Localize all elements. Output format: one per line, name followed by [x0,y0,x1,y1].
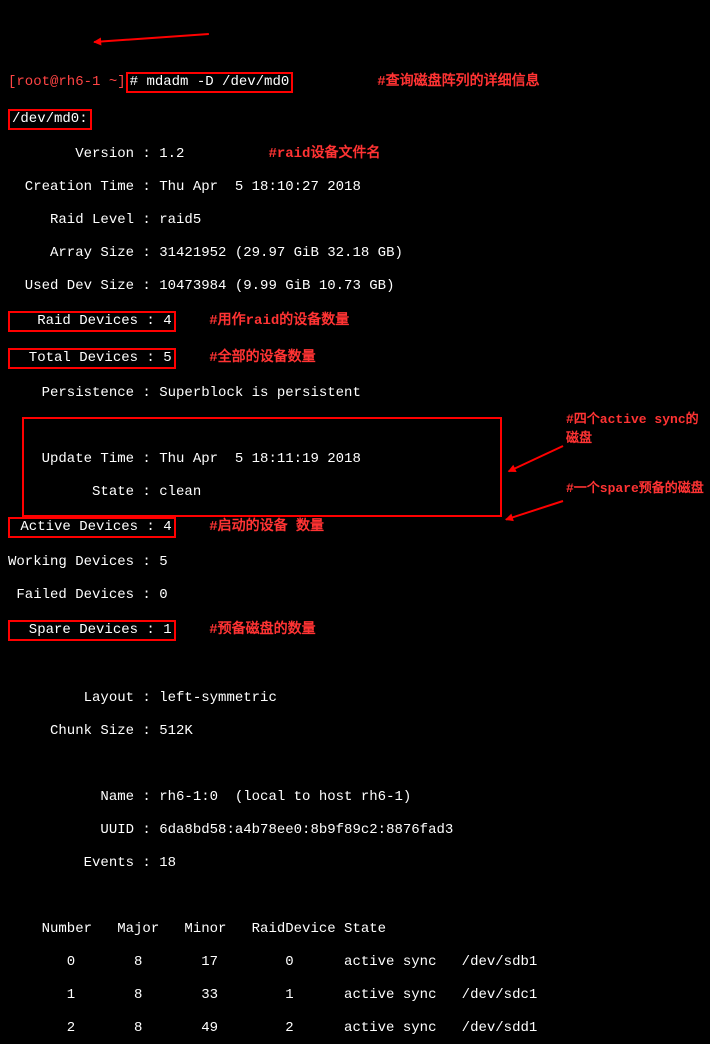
annotation-active-devices: #启动的设备 数量 [209,519,324,535]
value: 31421952 (29.97 GiB 32.18 GB) [151,245,403,261]
prompt-userhost: [root@rh6-1 ~] [8,74,126,90]
value: 4 [155,313,172,329]
annotation-raid-devices: #用作raid的设备数量 [209,313,349,329]
command-text: mdadm -D /dev/md0 [146,74,289,90]
spare-devices-box: Spare Devices : 1 [8,620,176,641]
annotation-total-devices: #全部的设备数量 [209,350,315,366]
device-line: /dev/md0: [8,109,702,130]
field-total-devices: Total Devices : 5 #全部的设备数量 [8,348,702,369]
value: 5 [151,554,168,570]
field-name: Name : rh6-1:0 (local to host rh6-1) [8,789,702,806]
value: raid5 [151,212,201,228]
field-active-devices: Active Devices : 4 #启动的设备 数量 [8,517,702,538]
value: 10473984 (9.99 GiB 10.73 GB) [151,278,395,294]
prompt-line: [root@rh6-1 ~]# mdadm -D /dev/md0 #查询磁盘阵… [8,72,702,93]
field-spare-devices: Spare Devices : 1 #预备磁盘的数量 [8,620,702,641]
label: Layout : [8,690,151,706]
label: Raid Devices : [12,313,155,329]
label: Array Size : [8,245,151,261]
label-spare-disk: #一个spare预备的磁盘 [566,477,706,496]
value: rh6-1:0 (local to host rh6-1) [151,789,411,805]
value: 6da8bd58:a4b78ee0:8b9f89c2:8876fad3 [151,822,453,838]
label: Events : [8,855,151,871]
annotation-cmd: #查询磁盘阵列的详细信息 [377,74,539,90]
field-raid-level: Raid Level : raid5 [8,212,702,229]
prompt-marker: # [130,74,138,90]
value: 512K [151,723,193,739]
label: Version : [8,146,151,162]
field-layout: Layout : left-symmetric [8,690,702,707]
annotation-spare-devices: #预备磁盘的数量 [209,622,315,638]
field-uuid: UUID : 6da8bd58:a4b78ee0:8b9f89c2:8876fa… [8,822,702,839]
field-used-dev-size: Used Dev Size : 10473984 (9.99 GiB 10.73… [8,278,702,295]
value: 1 [155,622,172,638]
field-raid-devices: Raid Devices : 4 #用作raid的设备数量 [8,311,702,332]
value: 1.2 [151,146,185,162]
label: Chunk Size : [8,723,151,739]
label: Failed Devices : [8,587,151,603]
label: Total Devices : [12,350,155,366]
table-row: 0 8 17 0 active sync /dev/sdb1 [8,954,702,971]
label: Creation Time : [8,179,151,195]
label: Spare Devices : [12,622,155,638]
field-failed-devices: Failed Devices : 0 [8,587,702,604]
label: UUID : [8,822,151,838]
field-creation-time: Creation Time : Thu Apr 5 18:10:27 2018 [8,179,702,196]
field-version: Version : 1.2 #raid设备文件名 [8,146,702,163]
active-devices-box: Active Devices : 4 [8,517,176,538]
value: Thu Apr 5 18:10:27 2018 [151,179,361,195]
value: 5 [155,350,172,366]
device-box: /dev/md0: [8,109,92,130]
blank2 [8,657,702,674]
label: Persistence : [8,385,151,401]
value: left-symmetric [151,690,277,706]
field-chunk-size: Chunk Size : 512K [8,723,702,740]
annotation-device: #raid设备文件名 [268,146,380,162]
field-working-devices: Working Devices : 5 [8,554,702,571]
field-array-size: Array Size : 31421952 (29.97 GiB 32.18 G… [8,245,702,262]
table-header: Number Major Minor RaidDevice State [8,921,702,938]
raid-devices-box: Raid Devices : 4 [8,311,176,332]
arrow-device [94,33,209,43]
label-active-sync: #四个active sync的磁盘 [566,408,706,446]
label: Name : [8,789,151,805]
value: Superblock is persistent [151,385,361,401]
label: Active Devices : [12,519,155,535]
command-box: # mdadm -D /dev/md0 [126,72,294,93]
label: Raid Level : [8,212,151,228]
field-events: Events : 18 [8,855,702,872]
table-box [22,417,502,517]
label: Used Dev Size : [8,278,151,294]
total-devices-box: Total Devices : 5 [8,348,176,369]
table-row: 1 8 33 1 active sync /dev/sdc1 [8,987,702,1004]
blank4 [8,888,702,905]
blank3 [8,756,702,773]
value: 4 [155,519,172,535]
label: Working Devices : [8,554,151,570]
field-persistence: Persistence : Superblock is persistent [8,385,702,402]
table-row: 2 8 49 2 active sync /dev/sdd1 [8,1020,702,1037]
value: 0 [151,587,168,603]
value: 18 [151,855,176,871]
